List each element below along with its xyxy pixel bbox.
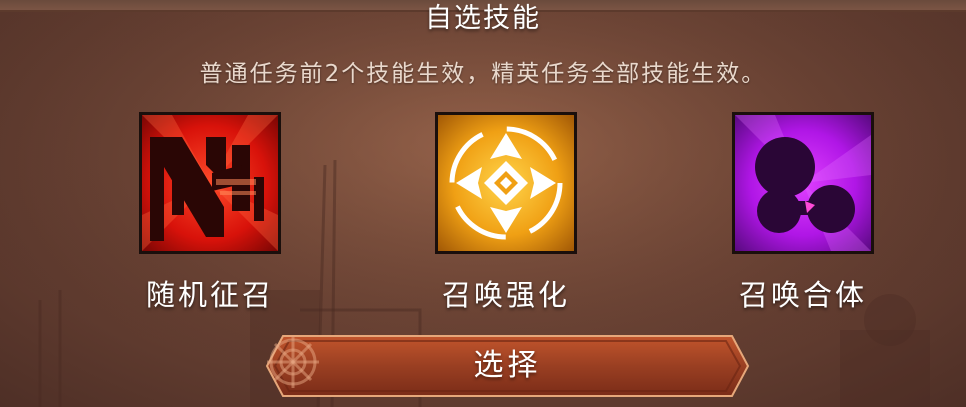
random-summon-icon [142,115,278,251]
summon-merge-icon [735,115,871,251]
select-button-label: 选择 [473,348,542,383]
dialog-subtitle: 普通任务前2个技能生效，精英任务全部技能生效。 [199,61,767,87]
dialog-title: 自选技能 [425,3,541,34]
skill-card-summon-merge[interactable] [732,112,874,254]
skill-name-summon-enhance: 召唤强化 [441,278,570,312]
skill-card-summon-enhance[interactable] [435,112,577,254]
skill-name-summon-merge: 召唤合体 [738,278,867,312]
select-button[interactable]: 选择 [265,334,750,398]
skill-card-random-summon[interactable] [139,112,281,254]
skill-name-random-summon: 随机征召 [145,278,274,312]
summon-enhance-icon [438,115,574,251]
